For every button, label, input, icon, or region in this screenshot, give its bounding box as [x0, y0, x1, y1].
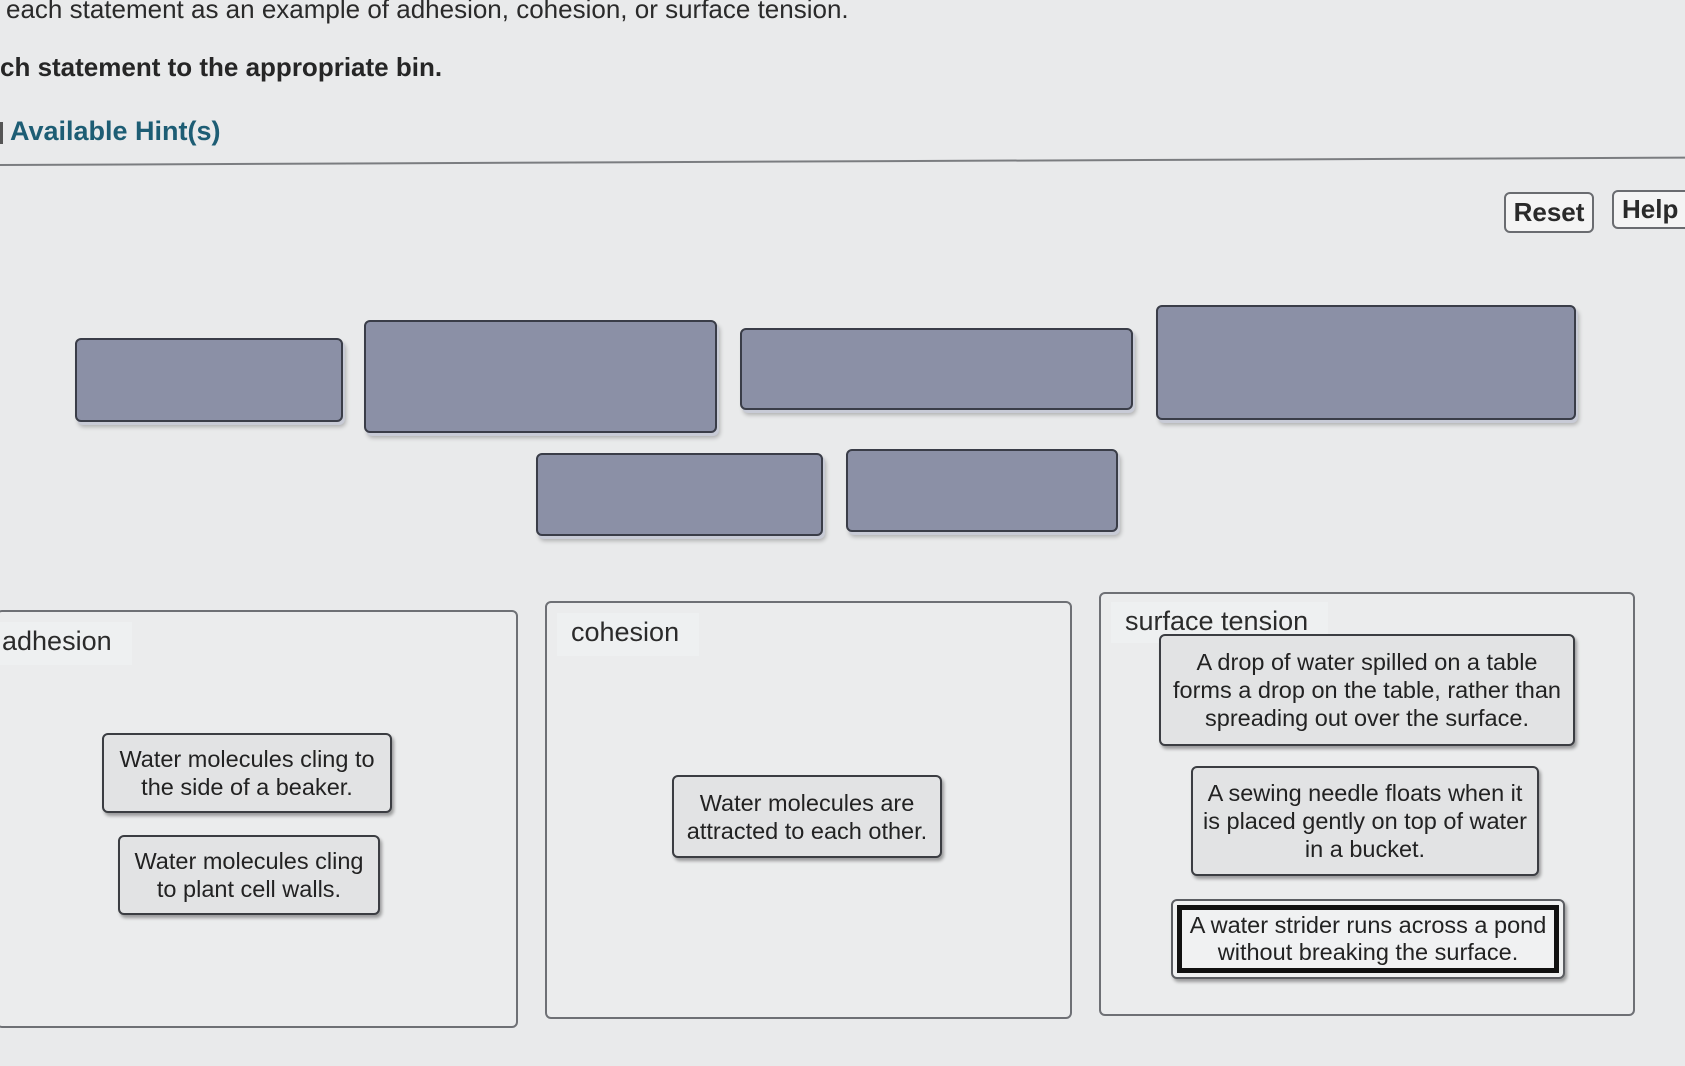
hint-toggle-icon[interactable] — [0, 122, 3, 144]
empty-tile-slot[interactable] — [75, 338, 343, 422]
empty-tile-slot[interactable] — [536, 453, 823, 536]
empty-tile-slot[interactable] — [846, 449, 1118, 532]
bin-cohesion[interactable]: cohesion Water molecules are attracted t… — [545, 601, 1072, 1019]
statement-card[interactable]: A sewing needle floats when it is placed… — [1191, 766, 1539, 876]
empty-tile-slot[interactable] — [364, 320, 717, 433]
available-hints-link[interactable]: Available Hint(s) — [10, 116, 221, 147]
help-button[interactable]: Help — [1612, 190, 1685, 229]
empty-tile-slot[interactable] — [740, 328, 1133, 410]
statement-card[interactable]: Water molecules cling to plant cell wall… — [118, 835, 380, 915]
bin-label-cohesion: cohesion — [557, 613, 700, 656]
empty-tile-slot[interactable] — [1156, 305, 1576, 420]
bin-surface-tension[interactable]: surface tension A drop of water spilled … — [1099, 592, 1635, 1016]
statement-card-text: A water strider runs across a pond witho… — [1177, 905, 1559, 973]
section-divider — [0, 156, 1685, 166]
statement-card[interactable]: Water molecules cling to the side of a b… — [102, 733, 392, 813]
instructions-line-1: each statement as an example of adhesion… — [6, 0, 849, 24]
bin-adhesion[interactable]: adhesion Water molecules cling to the si… — [0, 610, 518, 1028]
instructions-line-2: ch statement to the appropriate bin. — [0, 52, 443, 82]
statement-card-selected[interactable]: A water strider runs across a pond witho… — [1171, 899, 1565, 979]
statement-card[interactable]: Water molecules are attracted to each ot… — [672, 775, 942, 858]
reset-button[interactable]: Reset — [1504, 192, 1594, 233]
bin-label-adhesion: adhesion — [0, 622, 132, 665]
statement-card[interactable]: A drop of water spilled on a table forms… — [1159, 634, 1575, 746]
